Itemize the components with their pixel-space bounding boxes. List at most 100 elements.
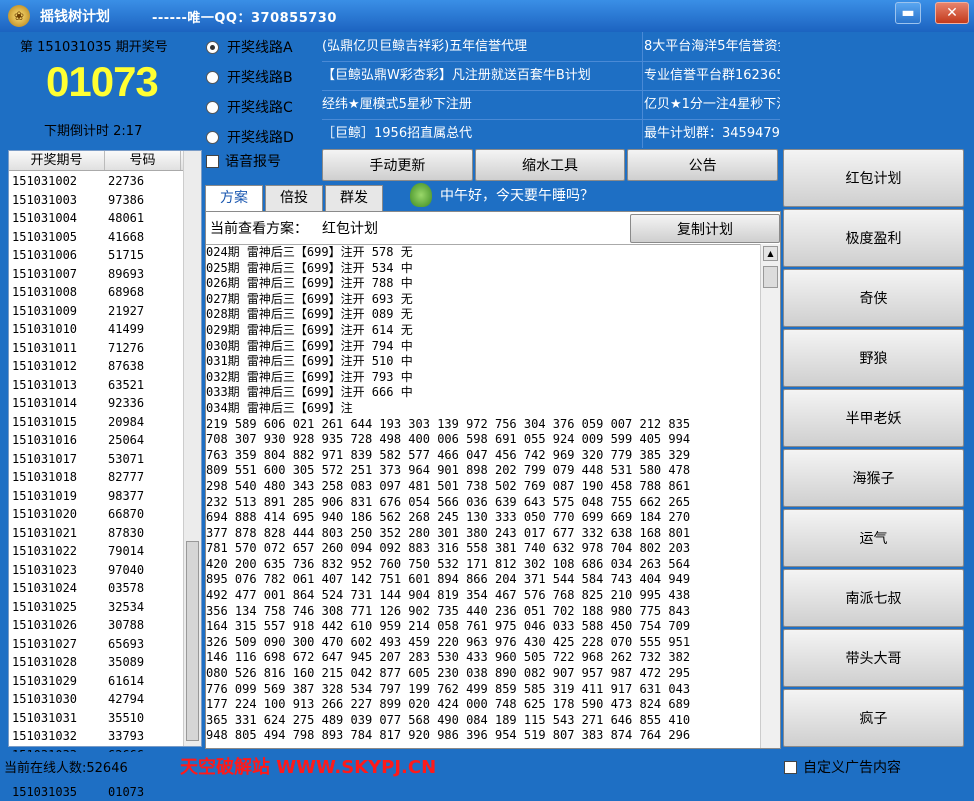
table-row[interactable]: 15103102630788 — [9, 616, 183, 635]
content-scroll-thumb[interactable] — [763, 266, 778, 288]
table-row[interactable]: 15103100921927 — [9, 302, 183, 321]
plan-button-haihouzi[interactable]: 海猴子 — [783, 449, 964, 507]
content-scrollbar[interactable]: ▲ — [760, 244, 780, 748]
table-row[interactable]: 15103100222736 — [9, 172, 183, 191]
table-row[interactable]: 15103103501073 — [9, 783, 183, 801]
table-row[interactable]: 15103100789693 — [9, 265, 183, 284]
custom-ad-checkbox[interactable]: 自定义广告内容 — [784, 757, 901, 777]
route-a[interactable]: 开奖线路A — [206, 32, 320, 62]
minimize-button[interactable]: ▬ — [895, 2, 921, 24]
table-row[interactable]: 15103102765693 — [9, 635, 183, 654]
table-row[interactable]: 15103101492336 — [9, 394, 183, 413]
plan-button-hongbao[interactable]: 红包计划 — [783, 149, 964, 207]
ad-link[interactable]: 亿贝★1分一注4星秒下注册 — [644, 90, 780, 119]
route-b[interactable]: 开奖线路B — [206, 62, 320, 92]
table-row[interactable]: 15103103042794 — [9, 690, 183, 709]
table-row[interactable]: 15103101363521 — [9, 376, 183, 395]
table-row[interactable]: 15103101998377 — [9, 487, 183, 506]
plan-text-line: 030期 雷神后三【699】注开 794 中 — [206, 339, 760, 355]
plan-text-line: 356 134 758 746 308 771 126 902 735 440 … — [206, 604, 760, 620]
announcement-button[interactable]: 公告 — [627, 149, 778, 181]
voice-checkbox[interactable]: 语音报号 — [206, 151, 281, 171]
plan-button-banjia[interactable]: 半甲老妖 — [783, 389, 964, 447]
row-period: 151031017 — [9, 450, 105, 469]
ad-link[interactable]: 专业信誉平台群162365924 — [644, 61, 780, 90]
route-c[interactable]: 开奖线路C — [206, 92, 320, 122]
table-row[interactable]: 15103100397386 — [9, 191, 183, 210]
table-row[interactable]: 15103100651715 — [9, 246, 183, 265]
checkbox-icon[interactable] — [784, 761, 797, 774]
table-row[interactable]: 15103103135510 — [9, 709, 183, 728]
list-scrollbar[interactable] — [183, 151, 201, 746]
table-row[interactable]: 15103100448061 — [9, 209, 183, 228]
list-scroll-thumb[interactable] — [186, 541, 199, 741]
table-row[interactable]: 15103102187830 — [9, 524, 183, 543]
table-row[interactable]: 15103100541668 — [9, 228, 183, 247]
table-row[interactable]: 15103102835089 — [9, 653, 183, 672]
tab-plan[interactable]: 方案 — [205, 185, 263, 211]
scroll-up-icon[interactable]: ▲ — [763, 246, 778, 261]
row-number: 79014 — [105, 542, 181, 561]
table-row[interactable]: 15103102066870 — [9, 505, 183, 524]
online-count: 当前在线人数:52646 — [4, 757, 128, 776]
draw-number: 01073 — [46, 58, 158, 106]
row-period: 151031020 — [9, 505, 105, 524]
table-row[interactable]: 15103101287638 — [9, 357, 183, 376]
table-row[interactable]: 15103101625064 — [9, 431, 183, 450]
plan-text-line: 032期 雷神后三【699】注开 793 中 — [206, 370, 760, 386]
row-number: 35510 — [105, 709, 181, 728]
route-d[interactable]: 开奖线路D — [206, 122, 320, 152]
table-row[interactable]: 15103101753071 — [9, 450, 183, 469]
close-button[interactable]: ✕ — [935, 2, 969, 24]
plan-button-fengzi[interactable]: 疯子 — [783, 689, 964, 747]
table-row[interactable]: 15103100868968 — [9, 283, 183, 302]
ad-link[interactable]: 经纬★厘模式5星秒下注册 — [322, 90, 642, 119]
table-row[interactable]: 15103101171276 — [9, 339, 183, 358]
table-row[interactable]: 15103102279014 — [9, 542, 183, 561]
ad-link[interactable]: 【巨鲸弘鼎W彩杏彩】凡注册就送百套牛B计划 — [322, 61, 642, 90]
row-number: 53071 — [105, 450, 181, 469]
plan-button-jidu[interactable]: 极度盈利 — [783, 209, 964, 267]
watermark-text: 天空破解站 WWW.SKYPJ.CN — [180, 753, 436, 779]
table-row[interactable]: 15103102532534 — [9, 598, 183, 617]
shrink-tool-button[interactable]: 缩水工具 — [475, 149, 626, 181]
row-period: 151031016 — [9, 431, 105, 450]
table-row[interactable]: 15103101520984 — [9, 413, 183, 432]
manual-update-button[interactable]: 手动更新 — [322, 149, 473, 181]
tab-multiply[interactable]: 倍投 — [265, 185, 323, 211]
header-number[interactable]: 号码 — [105, 151, 181, 170]
qq-contact: ------唯一QQ：370855730 — [152, 7, 337, 26]
radio-icon[interactable] — [206, 101, 219, 114]
table-row[interactable]: 15103102961614 — [9, 672, 183, 691]
ad-link[interactable]: (弘鼎亿贝巨鲸吉祥彩)五年信誉代理 — [322, 32, 642, 61]
plan-text-area[interactable]: 024期 雷神后三【699】注开 578 无025期 雷神后三【699】注开 5… — [206, 244, 760, 748]
row-number: 32534 — [105, 598, 181, 617]
copy-plan-button[interactable]: 复制计划 — [630, 214, 780, 243]
table-row[interactable]: 15103103233793 — [9, 727, 183, 746]
row-number: 51715 — [105, 246, 181, 265]
tab-broadcast[interactable]: 群发 — [325, 185, 383, 211]
plan-button-qixia[interactable]: 奇侠 — [783, 269, 964, 327]
row-period: 151031015 — [9, 413, 105, 432]
checkbox-icon[interactable] — [206, 155, 219, 168]
plan-button-daitou[interactable]: 带头大哥 — [783, 629, 964, 687]
header-period[interactable]: 开奖期号 — [9, 151, 105, 170]
plan-button-nanpai[interactable]: 南派七叔 — [783, 569, 964, 627]
table-row[interactable]: 15103102403578 — [9, 579, 183, 598]
row-period: 151031035 — [9, 783, 105, 801]
table-row[interactable]: 15103102397040 — [9, 561, 183, 580]
row-period: 151031019 — [9, 487, 105, 506]
table-row[interactable]: 15103101882777 — [9, 468, 183, 487]
plan-button-yelang[interactable]: 野狼 — [783, 329, 964, 387]
ad-link[interactable]: ［巨鲸］1956招直属总代 — [322, 119, 642, 148]
radio-selected-icon[interactable] — [206, 41, 219, 54]
plan-button-yunqi[interactable]: 运气 — [783, 509, 964, 567]
table-row[interactable]: 15103101041499 — [9, 320, 183, 339]
radio-icon[interactable] — [206, 71, 219, 84]
money-tree-icon: ❀ — [8, 5, 30, 27]
radio-icon[interactable] — [206, 131, 219, 144]
row-number: 97040 — [105, 561, 181, 580]
ad-link[interactable]: 8大平台海洋5年信誉资金理赔团队网址 — [644, 32, 780, 61]
plan-text-line: 080 526 816 160 215 042 877 605 230 038 … — [206, 666, 760, 682]
ad-link[interactable]: 最牛计划群：345947959 — [644, 119, 780, 148]
